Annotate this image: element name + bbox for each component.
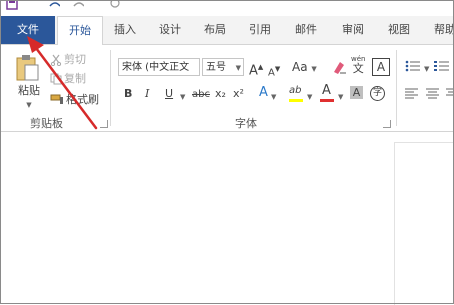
annotation-arrow-icon [27, 36, 98, 130]
